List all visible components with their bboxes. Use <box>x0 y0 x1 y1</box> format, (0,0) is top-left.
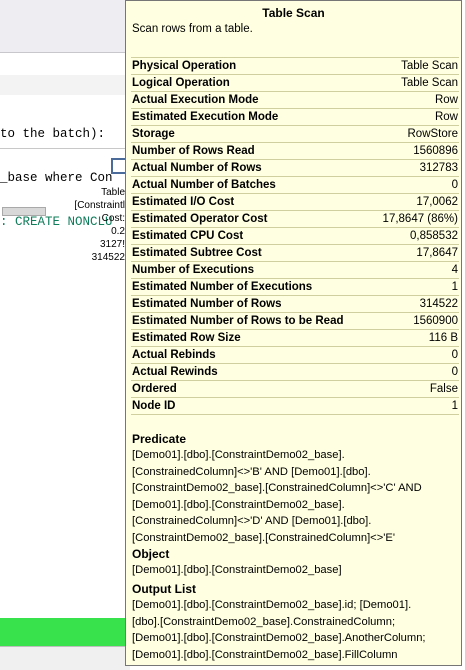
property-label: Estimated Operator Cost <box>132 213 268 225</box>
progress-bar <box>2 207 46 216</box>
property-value: Row <box>434 111 458 123</box>
property-label: Actual Number of Rows <box>132 162 262 174</box>
output-list-text: [Demo01].[dbo].[ConstraintDemo02_base].i… <box>132 599 426 661</box>
output-list-section: Output List [Demo01].[dbo].[ConstraintDe… <box>132 581 454 663</box>
property-row: Actual Rebinds 0 <box>131 347 459 364</box>
object-text: [Demo01].[dbo].[ConstraintDemo02_base] <box>132 564 342 576</box>
property-value: 1 <box>451 400 458 412</box>
tab-strip[interactable] <box>0 52 125 76</box>
property-value: Table Scan <box>401 77 458 89</box>
property-row: Estimated Number of Rows to be Read 15609… <box>131 313 459 330</box>
property-value: RowStore <box>407 128 459 140</box>
property-label: Estimated CPU Cost <box>132 230 244 242</box>
property-value: 0 <box>451 349 458 361</box>
property-value: Row <box>434 94 458 106</box>
property-label: Estimated Number of Rows <box>132 298 282 310</box>
property-value: 0,858532 <box>410 230 458 242</box>
property-row: Actual Rewinds 0 <box>131 364 459 381</box>
property-value: False <box>429 383 458 395</box>
property-label: Estimated Subtree Cost <box>132 247 262 259</box>
tooltip-title: Table Scan <box>262 6 325 20</box>
property-value: Table Scan <box>401 60 458 72</box>
plan-node-text[interactable]: Table [Constraintl Cost: 0.2 3127! 31452… <box>74 186 125 264</box>
property-row: Actual Number of Batches 0 <box>131 177 459 194</box>
property-value: 17,8647 <box>416 247 458 259</box>
property-label: Actual Number of Batches <box>132 179 276 191</box>
property-value: 17,8647 (86%) <box>382 213 458 225</box>
property-value: 17,0062 <box>416 196 458 208</box>
property-label: Number of Rows Read <box>132 145 255 157</box>
property-value: 1 <box>451 281 458 293</box>
property-row: Number of Rows Read 1560896 <box>131 143 459 160</box>
property-label: Ordered <box>132 383 177 395</box>
predicate-text: [Demo01].[dbo].[ConstraintDemo02_base]. … <box>132 449 422 544</box>
property-value: 312783 <box>419 162 458 174</box>
property-row: Physical Operation Table Scan <box>131 57 459 75</box>
property-row: Actual Number of Rows 312783 <box>131 160 459 177</box>
property-label: Actual Execution Mode <box>132 94 259 106</box>
editor-header <box>0 75 125 95</box>
property-row: Estimated Row Size 116 B <box>131 330 459 347</box>
plan-node-line: 3127! <box>99 239 125 250</box>
plan-node-line: [Constraintl <box>74 200 125 211</box>
property-label: Number of Executions <box>132 264 255 276</box>
property-label: Physical Operation <box>132 60 237 72</box>
bottom-bar <box>0 646 130 670</box>
plan-node-line: Cost: <box>101 213 125 224</box>
property-value: 0 <box>451 179 458 191</box>
toolbar-area <box>0 0 125 52</box>
properties-table: Physical Operation Table Scan Logical Ope… <box>131 57 459 415</box>
property-value: 116 B <box>428 332 458 344</box>
object-section: Object [Demo01].[dbo].[ConstraintDemo02_… <box>132 546 454 579</box>
property-label: Storage <box>132 128 175 140</box>
property-row: Logical Operation Table Scan <box>131 75 459 92</box>
plan-node-line: Table <box>101 187 125 198</box>
property-value: 1560896 <box>413 145 458 157</box>
property-row: Actual Execution Mode Row <box>131 92 459 109</box>
code-line: _base where Con <box>0 171 113 185</box>
property-label: Estimated Execution Mode <box>132 111 279 123</box>
property-row: Estimated Operator Cost 17,8647 (86%) <box>131 211 459 228</box>
property-value: 314522 <box>419 298 458 310</box>
code-line: to the batch): <box>0 127 106 141</box>
property-row: Node ID 1 <box>131 398 459 415</box>
property-row: Estimated Execution Mode Row <box>131 109 459 126</box>
property-row: Estimated Number of Executions 1 <box>131 279 459 296</box>
property-label: Actual Rebinds <box>132 349 216 361</box>
property-row: Ordered False <box>131 381 459 398</box>
property-label: Node ID <box>132 400 176 412</box>
property-label: Estimated Row Size <box>132 332 241 344</box>
plan-node-line: 0.2 <box>111 226 125 237</box>
tooltip-description: Scan rows from a table. <box>132 23 253 35</box>
property-value: 1560900 <box>413 315 458 327</box>
property-label: Estimated I/O Cost <box>132 196 235 208</box>
property-value: 0 <box>451 366 458 378</box>
property-row: Estimated Subtree Cost 17,8647 <box>131 245 459 262</box>
output-list-title: Output List <box>132 582 196 596</box>
property-label: Estimated Number of Rows to be Read <box>132 315 344 327</box>
property-label: Logical Operation <box>132 77 230 89</box>
plan-node-line: 314522 <box>91 252 125 263</box>
property-label: Estimated Number of Executions <box>132 281 313 293</box>
operator-tooltip: Table Scan Scan rows from a table. Physi… <box>125 0 462 666</box>
predicate-title: Predicate <box>132 432 187 446</box>
property-row: Storage RowStore <box>131 126 459 143</box>
property-row: Estimated I/O Cost 17,0062 <box>131 194 459 211</box>
status-bar <box>0 618 130 646</box>
property-label: Actual Rewinds <box>132 366 218 378</box>
predicate-section: Predicate [Demo01].[dbo].[ConstraintDemo… <box>132 431 454 546</box>
table-scan-icon[interactable] <box>111 158 125 174</box>
property-row: Estimated CPU Cost 0,858532 <box>131 228 459 245</box>
property-row: Number of Executions 4 <box>131 262 459 279</box>
object-title: Object <box>132 547 170 561</box>
pane-divider[interactable] <box>0 148 125 149</box>
property-row: Estimated Number of Rows 314522 <box>131 296 459 313</box>
property-value: 4 <box>451 264 458 276</box>
